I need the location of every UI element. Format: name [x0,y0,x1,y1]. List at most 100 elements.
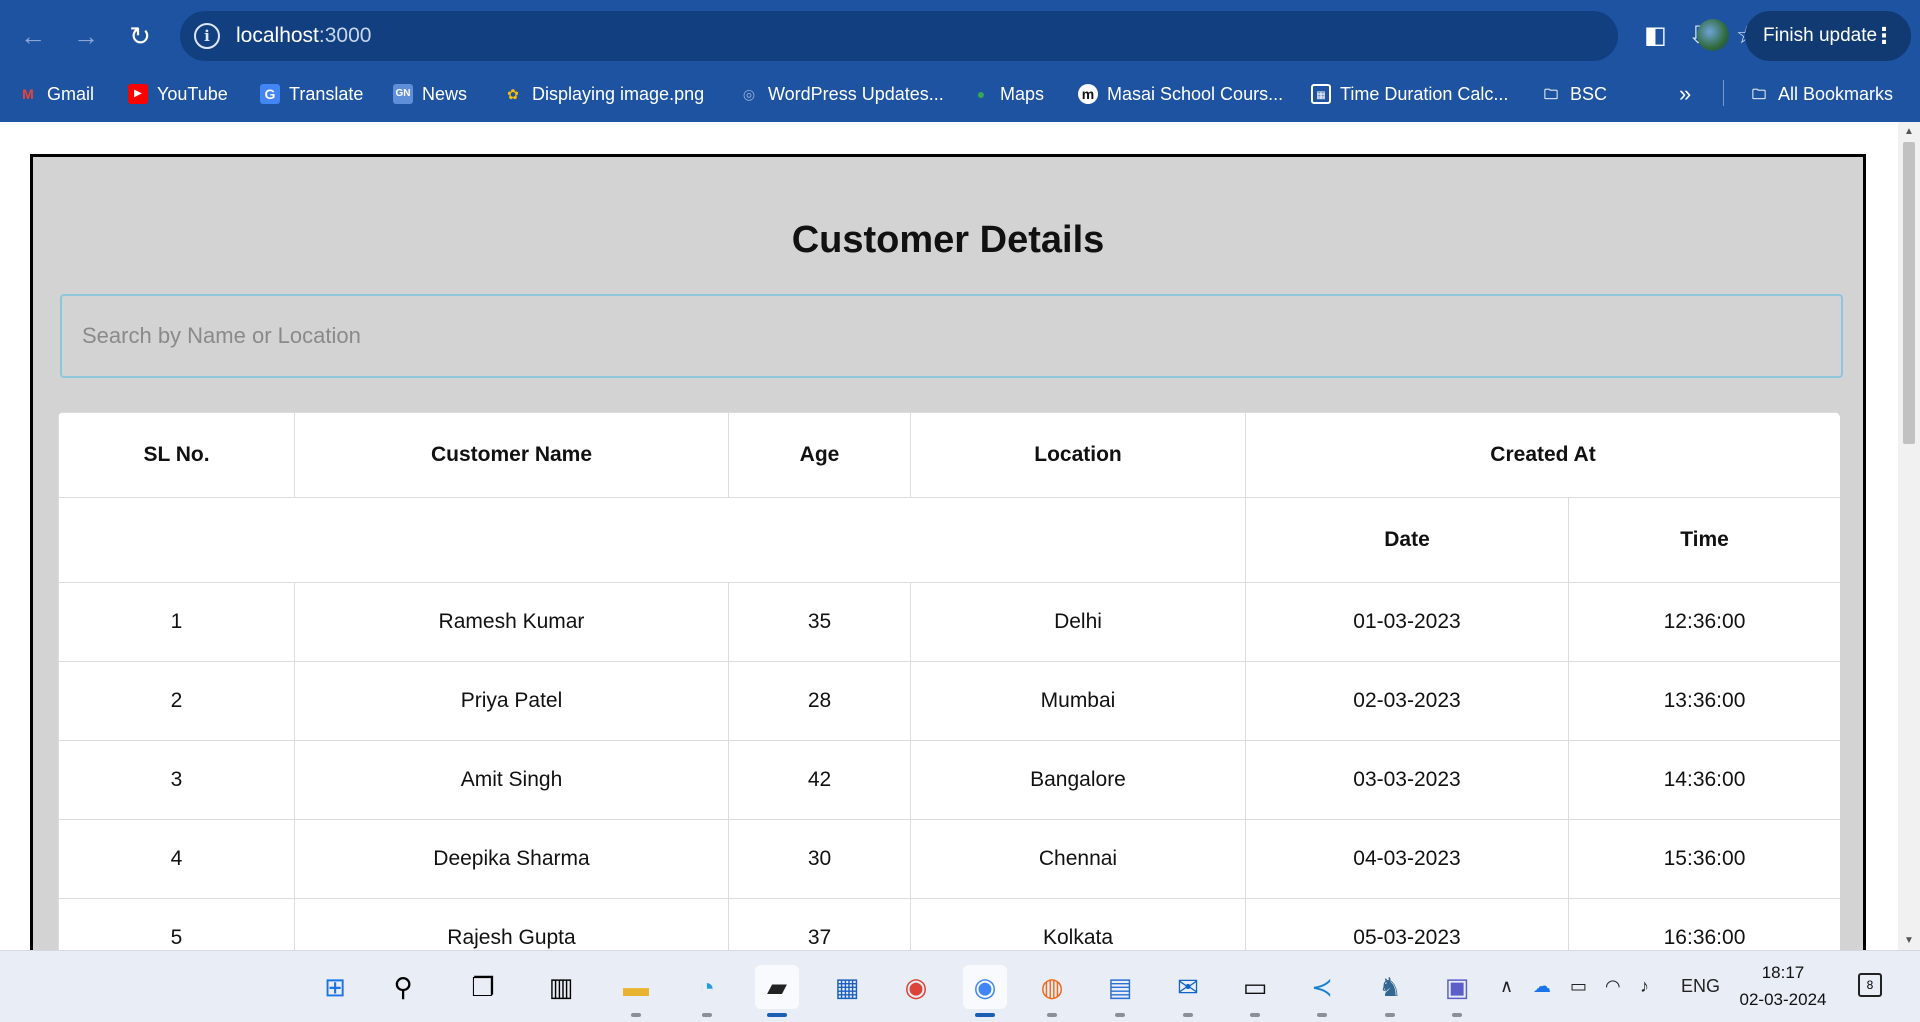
folder-icon: 🗀 [1752,86,1766,102]
cell-age: 35 [728,582,911,662]
bookmark-wordpress[interactable]: ◎ WordPress Updates... [739,80,944,108]
outlook-icon[interactable]: ✉ [1166,965,1210,1017]
page-scrollbar[interactable]: ▲ ▼ [1898,122,1920,950]
all-bookmarks[interactable]: 🗀 All Bookmarks [1749,80,1893,108]
folder-icon: 🗀 [1544,86,1558,102]
search-icon[interactable]: ⚲ [381,965,425,1009]
cell-age: 28 [728,661,911,741]
cell-customer-name: Deepika Sharma [294,819,729,899]
notification-center-icon[interactable]: 8 [1858,973,1882,997]
table-row: 1 Ramesh Kumar 35 Delhi 01-03-2023 12:36:00 [58,582,1840,662]
bookmark-displaying-image[interactable]: ✿ Displaying image.png [503,80,704,108]
store-icon[interactable]: ▦ [825,965,869,1009]
notepad-icon[interactable]: ▤ [1098,965,1142,1017]
edge-icon[interactable]: ◔ [685,965,729,1017]
cell-time: 12:36:00 [1567,582,1840,662]
bookmark-masai[interactable]: m Masai School Cours... [1078,80,1283,108]
photos-icon: ✿ [507,86,519,102]
language-indicator[interactable]: ENG [1681,971,1720,1001]
header-date[interactable]: Date [1245,497,1569,583]
menu-dots-icon[interactable]: ⋮ [1873,11,1895,61]
browser-chrome: ← → ↻ i localhost:3000 ⇩ ☆ ◧ Finish upda… [0,0,1920,122]
clock[interactable]: 18:17 02-03-2024 [1735,959,1831,1013]
file-explorer-icon[interactable]: ▬ [614,965,658,1017]
back-icon[interactable]: ← [15,18,51,54]
url-text[interactable]: localhost:3000 [236,24,371,48]
customer-table: SL No. Customer Name Age Location Create… [58,412,1840,950]
cell-age: 37 [728,898,911,950]
table-row: 2 Priya Patel 28 Mumbai 02-03-2023 13:36:00 [58,661,1840,741]
table-row: 5 Rajesh Gupta 37 Kolkata 05-03-2023 16:36:00 [58,898,1840,950]
cell-location: Mumbai [910,661,1246,741]
task-view-icon[interactable]: ❐ [461,965,505,1009]
customer-table-card: SL No. Customer Name Age Location Create… [58,412,1840,950]
bookmark-youtube[interactable]: ▶ YouTube [128,80,228,108]
cell-date: 02-03-2023 [1245,661,1569,741]
calculator-icon: ▦ [1311,84,1331,104]
cell-time: 14:36:00 [1567,740,1840,820]
table-row: 3 Amit Singh 42 Bangalore 03-03-2023 14:36:00 [58,740,1840,820]
gmail-icon: M [22,86,34,102]
search-input[interactable] [60,294,1843,378]
header-location[interactable]: Location [910,412,1246,498]
volume-icon[interactable]: ♪ [1640,971,1649,1001]
header-customer-name[interactable]: Customer Name [294,412,729,498]
clock-date: 02-03-2024 [1739,990,1827,1009]
cell-date: 04-03-2023 [1245,819,1569,899]
side-panel-icon[interactable]: ◧ [1644,20,1667,52]
reload-icon[interactable]: ↻ [122,18,158,54]
subheader-spacer [58,497,1246,583]
table-body: 1 Ramesh Kumar 35 Delhi 01-03-2023 12:36:00 2 P… [58,582,1840,950]
cell-customer-name: Amit Singh [294,740,729,820]
scroll-up-icon[interactable]: ▲ [1898,126,1920,137]
wifi-icon[interactable]: ◠ [1605,971,1621,1001]
scroll-down-icon[interactable]: ▼ [1898,935,1920,946]
site-info-icon[interactable]: i [194,23,220,49]
battery-icon[interactable]: ▭ [1570,971,1587,1001]
clock-time: 18:17 [1761,963,1805,982]
header-created-at: Created At [1244,412,1840,498]
bookmarks-bar: M Gmail ▶ YouTube G Translate GN News ✿ Displ… [0,72,1920,116]
cell-age: 42 [728,740,911,820]
cell-customer-name: Ramesh Kumar [294,582,729,662]
cell-sl-no: 2 [58,661,295,741]
header-time[interactable]: Time [1567,497,1840,583]
youtube-icon: ▶ [128,84,148,104]
bookmark-time-duration[interactable]: ▦ Time Duration Calc... [1311,80,1508,108]
cell-date: 05-03-2023 [1245,898,1569,950]
bookmark-bsc[interactable]: 🗀 BSC [1541,80,1607,108]
page-viewport: Customer Details SL No. Customer Name Ag… [0,122,1898,950]
bookmark-translate[interactable]: G Translate [260,80,363,108]
onedrive-icon[interactable]: ☁ [1533,971,1551,1001]
vscode-icon[interactable]: ≺ [1300,965,1344,1017]
forward-icon[interactable]: → [68,18,104,54]
cell-customer-name: Priya Patel [294,661,729,741]
widgets-icon[interactable]: ▥ [539,965,583,1009]
cell-time: 15:36:00 [1567,819,1840,899]
header-age[interactable]: Age [728,412,911,498]
more-bookmarks-icon[interactable]: » [1679,80,1691,108]
header-sl-no[interactable]: SL No. [58,412,295,498]
teams-icon[interactable]: ▣ [1435,965,1479,1017]
profile-avatar[interactable] [1697,19,1729,51]
address-bar[interactable]: i localhost:3000 ⇩ ☆ [180,11,1758,61]
sticky-notes-icon[interactable]: ▰ [755,965,799,1017]
cell-date: 01-03-2023 [1245,582,1569,662]
cell-location: Bangalore [910,740,1246,820]
bookmark-gmail[interactable]: M Gmail [18,80,94,108]
bookmark-maps[interactable]: ● Maps [971,80,1044,108]
postgresql-icon[interactable]: ♞ [1368,965,1412,1017]
browser-toolbar: ← → ↻ i localhost:3000 ⇩ ☆ ◧ Finish upda… [0,0,1920,72]
cell-sl-no: 3 [58,740,295,820]
cell-location: Chennai [910,819,1246,899]
bookmark-news[interactable]: GN News [393,80,467,108]
finish-update-button[interactable]: Finish update ⋮ [1745,11,1911,61]
terminal-icon[interactable]: ▭ [1233,965,1277,1017]
chrome-icon[interactable]: ◉ [894,965,938,1009]
start-menu-icon[interactable]: ⊞ [313,965,357,1009]
chrome-profile-icon[interactable]: ◉ [963,965,1007,1017]
tray-overflow-icon[interactable]: ∧ [1500,971,1513,1001]
scrollbar-thumb[interactable] [1903,142,1915,444]
postman-icon[interactable]: ◍ [1030,965,1074,1017]
cell-sl-no: 5 [58,898,295,950]
